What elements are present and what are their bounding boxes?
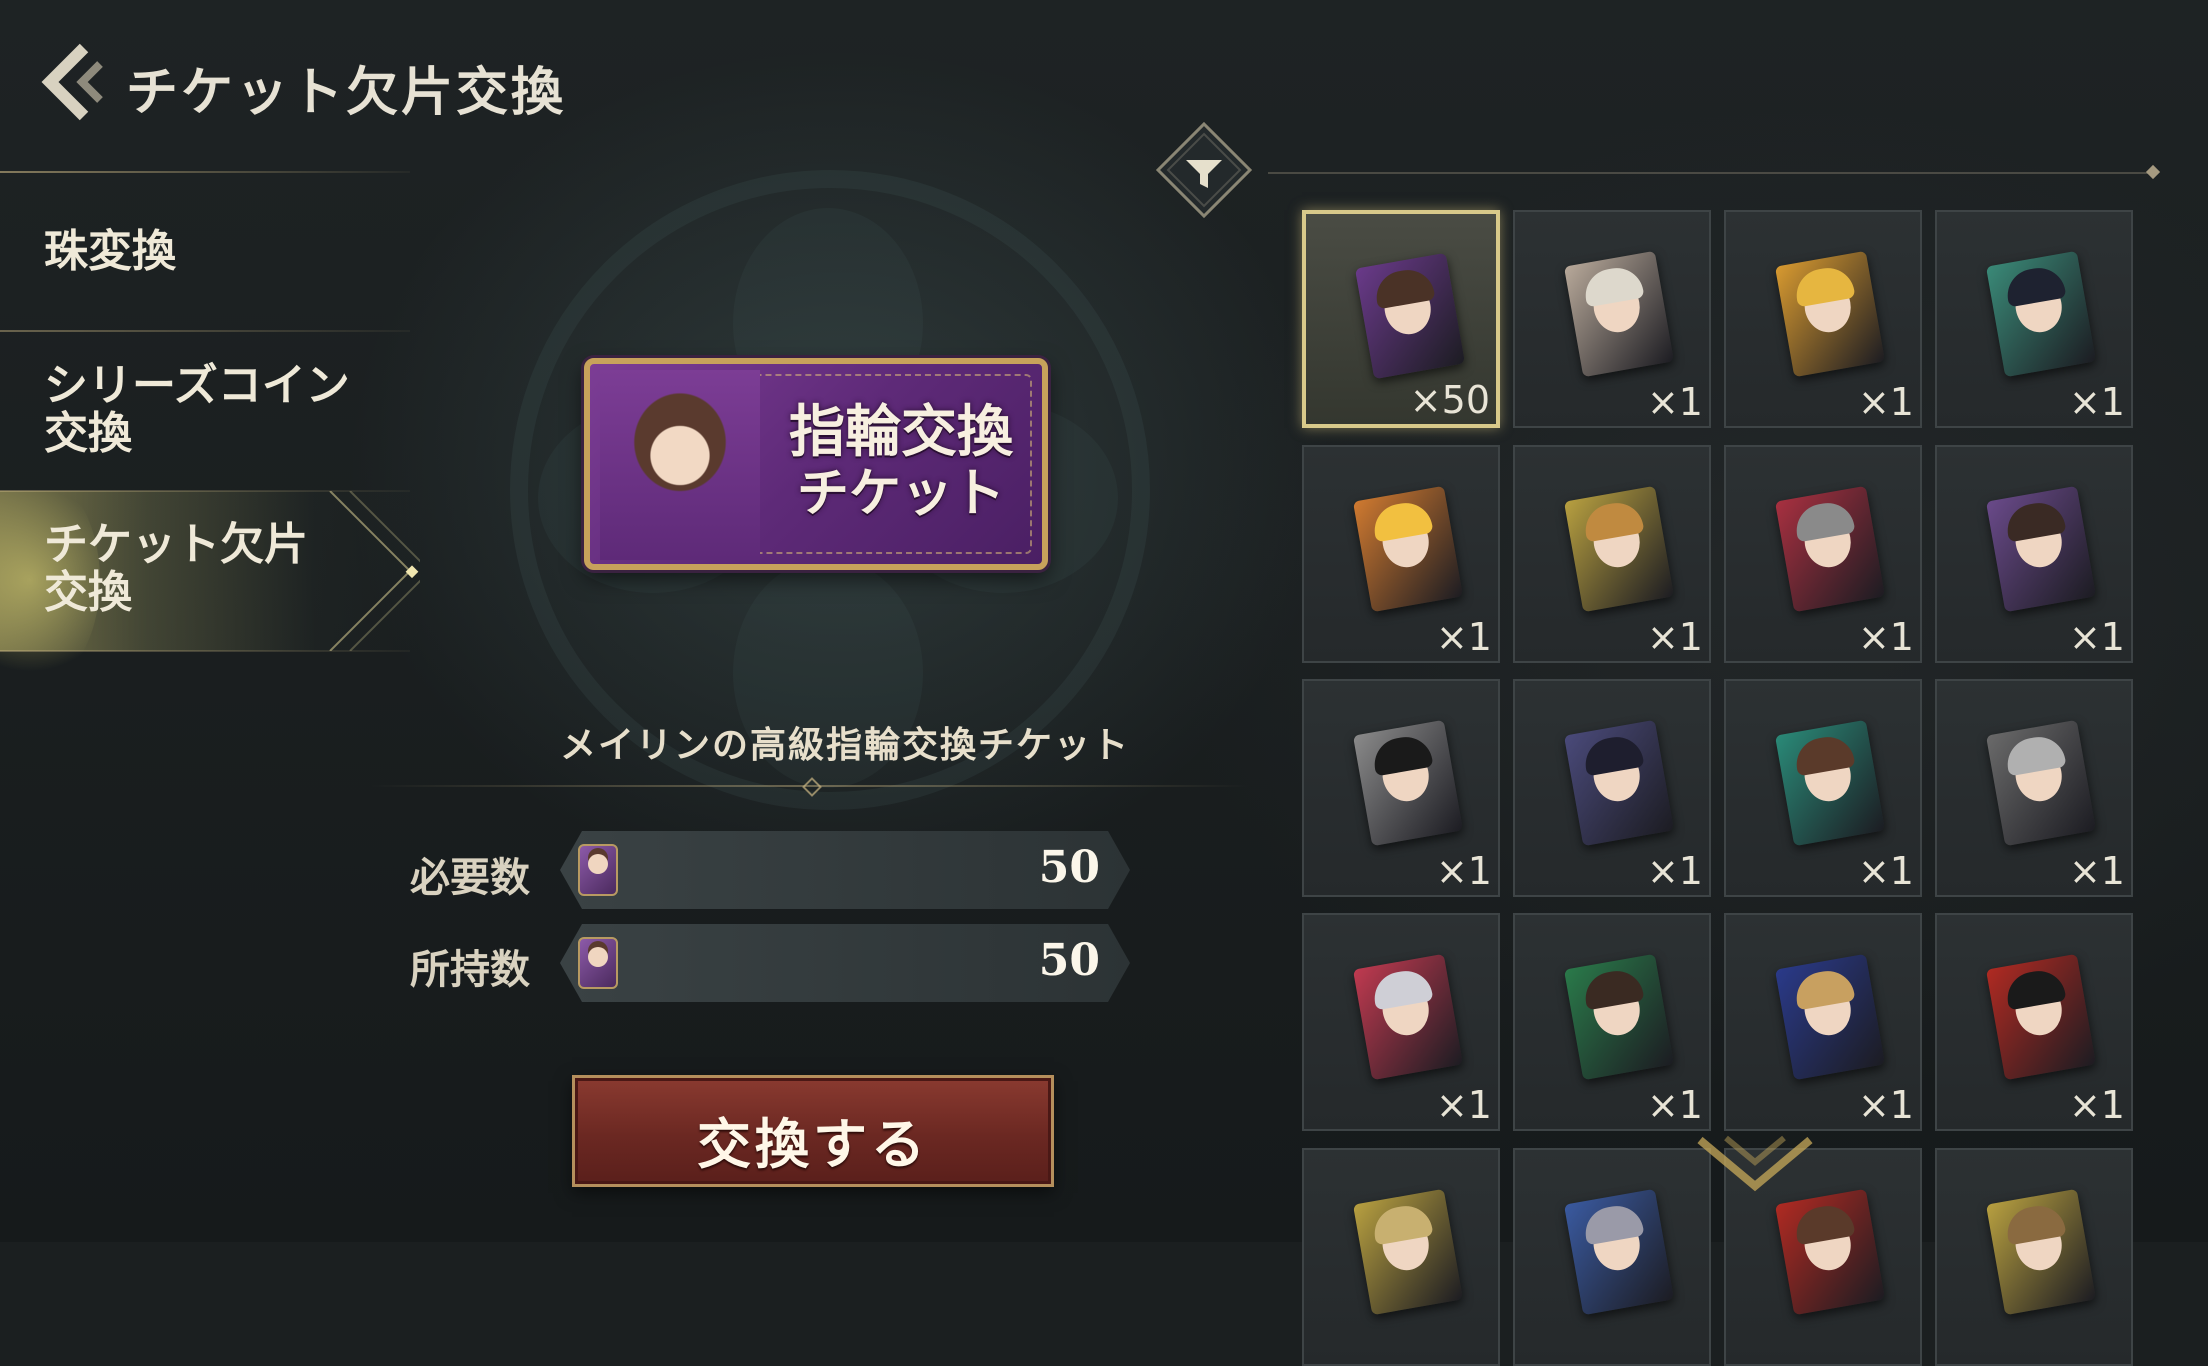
character-portrait-icon: [1352, 485, 1464, 613]
fragment-cell[interactable]: ×1: [1935, 210, 2133, 428]
fragment-cell[interactable]: [1302, 1148, 1500, 1366]
fragment-cell[interactable]: [1935, 1148, 2133, 1366]
item-name: メイリンの高級指輪交換チケット: [559, 724, 1130, 766]
fragment-cell[interactable]: ×1: [1724, 913, 1922, 1131]
fragment-quantity: ×1: [2068, 1083, 2125, 1127]
fragment-quantity: ×1: [1646, 849, 1703, 893]
character-portrait-icon: [1563, 485, 1675, 613]
fragment-quantity: ×1: [1646, 380, 1703, 424]
character-portrait-icon: [1774, 719, 1886, 847]
back-chevron-icon: [41, 43, 103, 121]
fragment-quantity: ×1: [1435, 849, 1492, 893]
required-count-value: 50: [1038, 842, 1100, 893]
character-portrait-icon: [1774, 953, 1886, 1081]
ticket-fragment-icon: [578, 844, 618, 896]
fragment-cell[interactable]: ×1: [1935, 913, 2133, 1131]
fragment-cell[interactable]: ×1: [1302, 913, 1500, 1131]
character-portrait-icon: [1352, 719, 1464, 847]
fragment-quantity: ×1: [1646, 1083, 1703, 1127]
fragment-cell[interactable]: ×1: [1513, 913, 1711, 1131]
ticket-title-line1: 指輪交換: [789, 399, 1013, 465]
fragment-cell[interactable]: [1513, 1148, 1711, 1366]
ticket-fragment-icon: [578, 937, 618, 989]
character-portrait-icon: [1985, 953, 2097, 1081]
sidebar-item-label-line1: シリーズコイン: [44, 360, 350, 411]
character-portrait-icon: [1352, 1188, 1464, 1316]
fragment-quantity: ×1: [2068, 380, 2125, 424]
character-portrait-icon: [1774, 250, 1886, 378]
character-portrait-icon: [1985, 485, 2097, 613]
fragment-cell[interactable]: ×50: [1302, 210, 1500, 428]
character-portrait-icon: [1563, 250, 1675, 378]
fragment-cell[interactable]: ×1: [1724, 210, 1922, 428]
back-button[interactable]: [38, 42, 108, 122]
fragment-cell[interactable]: ×1: [1935, 679, 2133, 897]
page-title: チケット欠片交換: [126, 62, 567, 123]
owned-count-label: 所持数: [410, 946, 530, 993]
character-portrait-icon: [1985, 250, 2097, 378]
character-portrait-icon: [1563, 1188, 1675, 1316]
fragment-quantity: ×1: [1435, 615, 1492, 659]
fragment-quantity: ×1: [2068, 849, 2125, 893]
owned-count-value: 50: [1038, 935, 1100, 986]
fragment-cell[interactable]: ×1: [1513, 679, 1711, 897]
scroll-down-button[interactable]: [1690, 1130, 1820, 1200]
fragment-quantity: ×1: [1435, 1083, 1492, 1127]
ticket-title-line2: チケット: [796, 463, 1005, 524]
header-divider: [0, 171, 410, 173]
sidebar-divider: [0, 650, 410, 652]
grid-header-divider: [1268, 172, 2158, 174]
fragment-cell[interactable]: ×1: [1302, 445, 1500, 663]
sidebar-item-series-coin-exchange[interactable]: シリーズコイン 交換: [0, 340, 420, 490]
sidebar-item-label-line2: 交換: [44, 408, 132, 459]
character-portrait-icon: [1985, 1188, 2097, 1316]
ticket-character-portrait: [600, 370, 760, 560]
sidebar-divider: [0, 330, 410, 332]
required-count-label: 必要数: [410, 854, 530, 901]
fragment-cell[interactable]: ×1: [1724, 445, 1922, 663]
sidebar-item-label: 珠変換: [44, 226, 176, 277]
sidebar-item-orb-conversion[interactable]: 珠変換: [0, 210, 420, 330]
sidebar-item-ticket-fragment-exchange[interactable]: チケット欠片 交換: [0, 491, 420, 651]
fragment-quantity: ×1: [1857, 380, 1914, 424]
ticket-banner: 指輪交換 チケット: [584, 358, 1048, 570]
filter-funnel-icon: [1155, 121, 1253, 219]
exchange-button[interactable]: 交換する: [572, 1075, 1054, 1187]
fragment-quantity: ×50: [1409, 378, 1490, 422]
fragment-cell[interactable]: ×1: [1513, 445, 1711, 663]
fragment-cell[interactable]: ×1: [1513, 210, 1711, 428]
filter-button[interactable]: [1154, 120, 1254, 220]
character-portrait-icon: [1563, 953, 1675, 1081]
character-portrait-icon: [1563, 719, 1675, 847]
fragment-cell[interactable]: ×1: [1724, 679, 1922, 897]
sidebar-item-label-line1: チケット欠片: [44, 519, 308, 570]
sidebar-item-label-line2: 交換: [44, 567, 132, 618]
fragment-quantity: ×1: [1646, 615, 1703, 659]
fragment-quantity: ×1: [2068, 615, 2125, 659]
character-portrait-icon: [1352, 953, 1464, 1081]
fragment-quantity: ×1: [1857, 1083, 1914, 1127]
character-portrait-icon: [1774, 485, 1886, 613]
fragment-quantity: ×1: [1857, 615, 1914, 659]
fragment-quantity: ×1: [1857, 849, 1914, 893]
fragment-cell[interactable]: ×1: [1935, 445, 2133, 663]
scroll-down-chevron-icon: [1697, 1135, 1813, 1192]
character-portrait-icon: [1985, 719, 2097, 847]
character-portrait-icon: [1774, 1188, 1886, 1316]
character-portrait-icon: [1354, 252, 1466, 380]
fragment-cell[interactable]: ×1: [1302, 679, 1500, 897]
exchange-button-label: 交換する: [697, 1112, 929, 1176]
